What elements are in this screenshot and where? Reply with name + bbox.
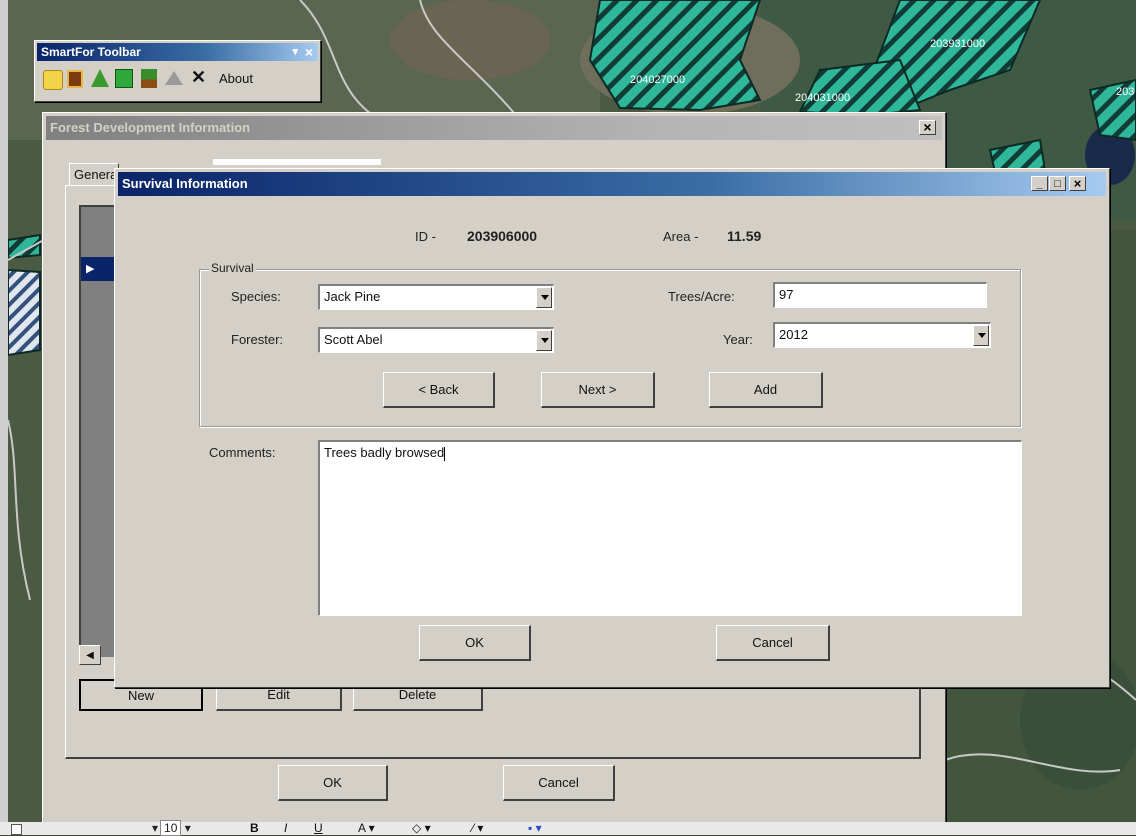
forester-dropdown-arrow-icon[interactable] [536, 330, 552, 351]
forester-value: Scott Abel [324, 332, 383, 347]
forest-dialog-titlebar[interactable]: Forest Development Information [46, 116, 942, 140]
comments-textarea[interactable]: Trees badly browsed [318, 440, 1022, 616]
toolbar-titlebar[interactable]: SmartFor Toolbar ▾ × [37, 43, 318, 61]
status-checkbox-icon[interactable] [11, 824, 22, 835]
drawing-toolbar: ▾ 10 ▾ B I U A ▾ ◇ ▾ ⁄ ▾ ▪ ▾ [0, 820, 1136, 836]
parcel-label: 203 [1116, 86, 1134, 98]
year-dropdown-arrow-icon[interactable] [973, 325, 989, 346]
forest-dialog-title: Forest Development Information [50, 120, 251, 135]
about-button[interactable]: About [219, 71, 253, 86]
forest-cancel-button[interactable]: Cancel [503, 765, 615, 801]
fill-color-icon[interactable]: ◇ ▾ [412, 821, 431, 835]
house-icon[interactable] [165, 71, 183, 85]
toolbar-close-icon[interactable]: × [305, 43, 313, 61]
survival-dialog-titlebar[interactable]: Survival Information [118, 172, 1106, 196]
parcel-polygon [7, 233, 41, 260]
green-tree-icon[interactable] [115, 69, 133, 88]
record-row-selected[interactable]: ▶ [81, 257, 116, 281]
species-label: Species: [231, 289, 281, 304]
forester-label: Forester: [231, 332, 284, 347]
underline-icon[interactable]: U [314, 821, 323, 835]
plant-icon[interactable] [141, 69, 157, 88]
line-color-icon[interactable]: ⁄ ▾ [472, 821, 483, 835]
close-icon[interactable]: × [1069, 176, 1086, 191]
back-button[interactable]: < Back [383, 372, 495, 408]
parcel-label: 203931000 [930, 38, 985, 50]
font-size-value: 10 [160, 820, 182, 836]
forester-dropdown[interactable]: Scott Abel [318, 327, 554, 353]
text-cursor [444, 446, 446, 461]
bold-icon[interactable]: B [250, 821, 259, 835]
comments-value: Trees badly browsed [324, 445, 445, 460]
scroll-left-button[interactable]: ◀ [79, 645, 101, 665]
parcel-polygon [588, 0, 762, 112]
parcel-label: 204027000 [630, 74, 685, 86]
year-label: Year: [723, 332, 753, 347]
area-value: 11.59 [727, 228, 762, 244]
tab-general[interactable]: General [69, 163, 120, 185]
forest-dialog-close-icon[interactable]: × [919, 120, 936, 135]
minimize-icon[interactable]: _ [1031, 176, 1048, 191]
id-label: ID - [415, 229, 436, 244]
new-icon[interactable] [43, 70, 63, 90]
comments-label: Comments: [209, 445, 276, 460]
open-icon[interactable] [67, 70, 83, 88]
font-color-icon[interactable]: A ▾ [358, 821, 375, 835]
species-value: Jack Pine [324, 289, 381, 304]
smartfor-toolbar[interactable]: SmartFor Toolbar ▾ × ✕ About [34, 40, 321, 102]
toolbar-menu-icon[interactable]: ▾ [292, 43, 298, 61]
survival-group-title: Survival [209, 261, 256, 275]
marker-icon[interactable]: ▪ ▾ [528, 821, 542, 835]
trees-per-acre-input[interactable]: 97 [773, 282, 987, 308]
id-value: 203906000 [467, 228, 538, 244]
survival-dialog[interactable]: Survival Information _ □ × ID - 20390600… [114, 168, 1110, 688]
survival-ok-button[interactable]: OK [419, 625, 531, 661]
parcel-polygon [7, 268, 41, 357]
tree-icon[interactable] [91, 69, 109, 87]
toolbar-title: SmartFor Toolbar [41, 45, 141, 59]
italic-icon[interactable]: I [284, 821, 287, 835]
maximize-icon[interactable]: □ [1049, 176, 1066, 191]
toolbar-icon-row: ✕ About [41, 67, 316, 95]
area-label: Area - [663, 229, 699, 244]
add-button[interactable]: Add [709, 372, 823, 408]
year-value: 2012 [779, 327, 808, 342]
tab-header-strip [213, 159, 381, 165]
font-size-dropdown[interactable]: ▾ 10 ▾ [152, 820, 191, 836]
forest-ok-button[interactable]: OK [278, 765, 388, 801]
survival-dialog-title: Survival Information [122, 176, 248, 191]
next-button[interactable]: Next > [541, 372, 655, 408]
year-dropdown[interactable]: 2012 [773, 322, 991, 348]
trees-per-acre-value: 97 [779, 287, 794, 302]
window-left-border [0, 0, 8, 835]
survival-cancel-button[interactable]: Cancel [716, 625, 830, 661]
parcel-label: 204031000 [795, 92, 850, 104]
species-dropdown[interactable]: Jack Pine [318, 284, 554, 310]
delete-icon[interactable]: ✕ [191, 67, 206, 88]
trees-per-acre-label: Trees/Acre: [668, 289, 735, 304]
species-dropdown-arrow-icon[interactable] [536, 287, 552, 308]
